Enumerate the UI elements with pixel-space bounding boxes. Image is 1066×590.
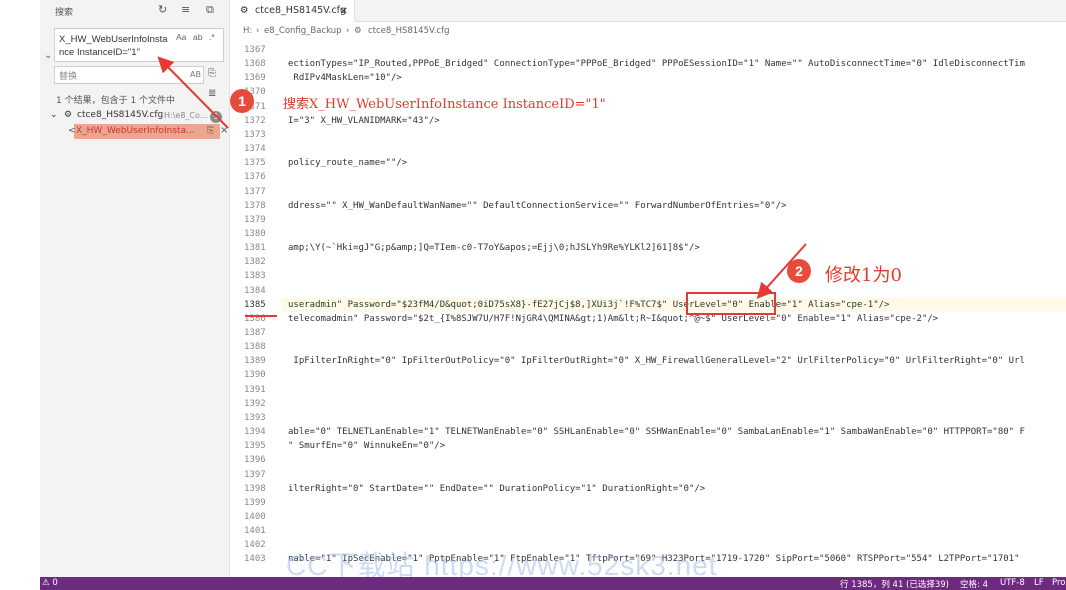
arrow-to-search	[157, 56, 229, 129]
encoding-setting[interactable]: UTF-8	[1000, 578, 1025, 588]
problems-indicator[interactable]: ⚠ 0	[42, 578, 58, 588]
indent-setting[interactable]: 空格: 4	[960, 578, 988, 590]
annotation-arrows	[157, 56, 807, 299]
arrow-to-userlevel	[756, 243, 807, 299]
status-bar: ⚠ 0 行 1385，列 41 (已选择39) 空格: 4 UTF-8 LF P…	[40, 577, 1066, 590]
language-mode[interactable]: Pro	[1052, 578, 1066, 588]
eol-setting[interactable]: LF	[1034, 578, 1044, 588]
cursor-position[interactable]: 行 1385，列 41 (已选择39)	[840, 578, 949, 590]
